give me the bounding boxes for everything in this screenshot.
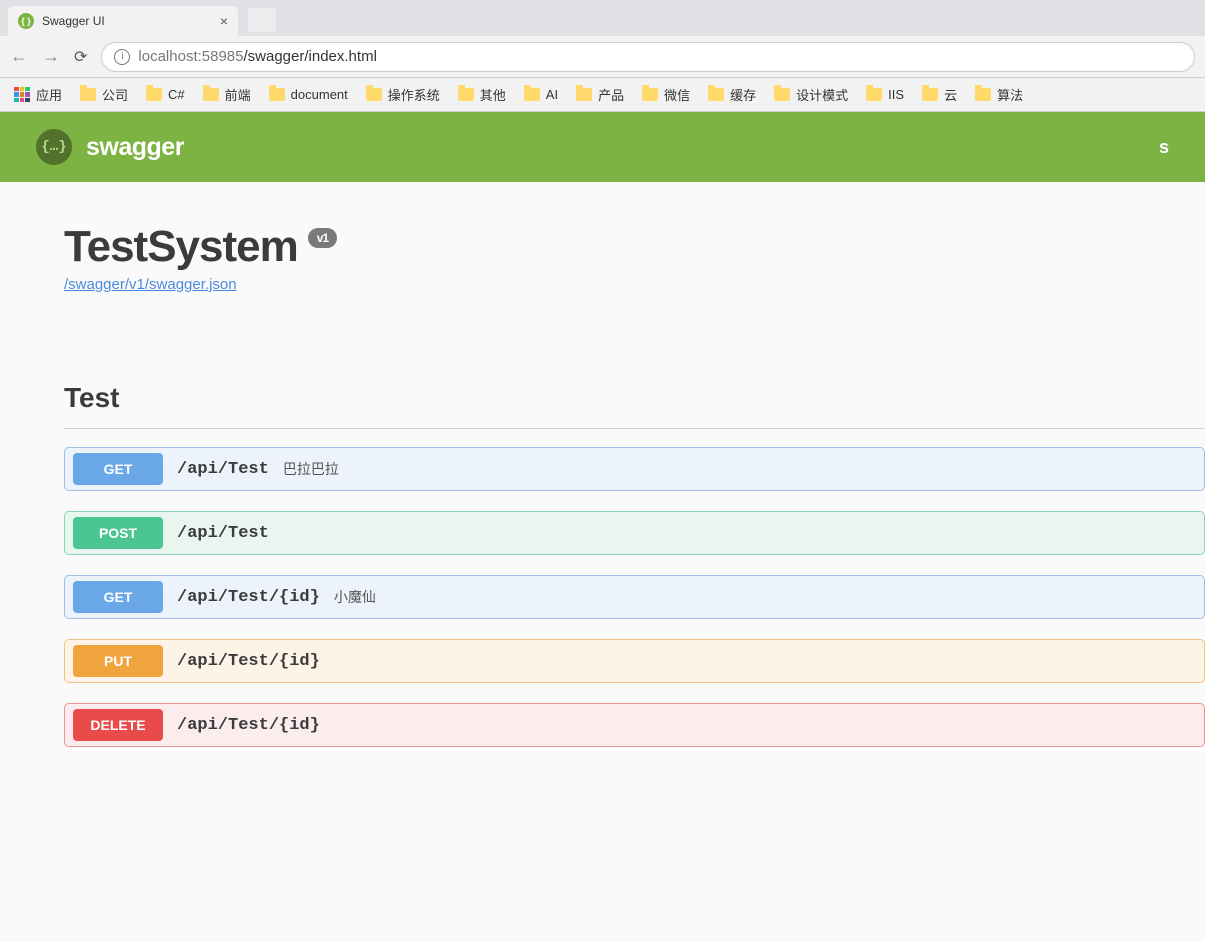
bookmark-item[interactable]: 算法 [975, 85, 1023, 104]
api-title-text: TestSystem [64, 222, 298, 272]
method-badge: POST [73, 517, 163, 549]
bookmark-label: 缓存 [730, 85, 756, 104]
bookmark-label: AI [546, 87, 558, 102]
tag-section: Test GET/api/Test巴拉巴拉POST/api/TestGET/ap… [64, 382, 1205, 747]
operation-row[interactable]: GET/api/Test 巴拉巴拉 [64, 447, 1205, 491]
bookmark-item[interactable]: 设计模式 [774, 85, 848, 104]
folder-icon [708, 88, 724, 101]
bookmark-label: 云 [944, 85, 957, 104]
apps-button[interactable]: 应用 [14, 85, 62, 104]
bookmark-label: 设计模式 [796, 85, 848, 104]
bookmark-item[interactable]: 操作系统 [366, 85, 440, 104]
bookmark-label: 其他 [480, 85, 506, 104]
bookmark-item[interactable]: 微信 [642, 85, 690, 104]
api-title: TestSystem v1 [64, 222, 1205, 272]
folder-icon [642, 88, 658, 101]
new-tab-button[interactable] [248, 8, 276, 32]
bookmark-item[interactable]: 前端 [203, 85, 251, 104]
tab-title: Swagger UI [42, 14, 105, 28]
folder-icon [975, 88, 991, 101]
browser-toolbar: ← → ⟳ i localhost:58985/swagger/index.ht… [0, 36, 1205, 78]
method-badge: GET [73, 581, 163, 613]
operation-description: 巴拉巴拉 [283, 459, 339, 479]
swagger-logo-text: swagger [86, 133, 184, 162]
url-host: localhost:58985 [138, 48, 243, 65]
operation-list: GET/api/Test巴拉巴拉POST/api/TestGET/api/Tes… [64, 447, 1205, 747]
browser-tab[interactable]: { } Swagger UI × [8, 6, 238, 36]
bookmarks-bar: 应用 公司 C# 前端 document 操作系统 其他 AI 产品 微信 缓存 设计模式 IIS 云 算… [0, 78, 1205, 112]
bookmark-label: document [291, 87, 348, 102]
forward-icon[interactable]: → [42, 46, 60, 67]
reload-icon[interactable]: ⟳ [74, 47, 87, 67]
bookmark-label: 公司 [102, 85, 128, 104]
folder-icon [146, 88, 162, 101]
folder-icon [576, 88, 592, 101]
apps-icon [14, 87, 30, 103]
bookmark-item[interactable]: 公司 [80, 85, 128, 104]
folder-icon [922, 88, 938, 101]
bookmark-label: 算法 [997, 85, 1023, 104]
folder-icon [203, 88, 219, 101]
bookmark-item[interactable]: AI [524, 87, 558, 102]
bookmark-item[interactable]: 其他 [458, 85, 506, 104]
bookmark-label: 产品 [598, 85, 624, 104]
folder-icon [366, 88, 382, 101]
url-bar[interactable]: i localhost:58985/swagger/index.html [101, 42, 1195, 72]
bookmark-label: 前端 [225, 85, 251, 104]
operation-description: 小魔仙 [334, 587, 376, 607]
bookmark-label: IIS [888, 87, 904, 102]
bookmark-item[interactable]: 产品 [576, 85, 624, 104]
header-right-text: s [1159, 137, 1169, 158]
folder-icon [269, 88, 285, 101]
version-badge: v1 [308, 228, 337, 248]
method-badge: GET [73, 453, 163, 485]
openapi-json-link[interactable]: /swagger/v1/swagger.json [64, 276, 237, 293]
folder-icon [774, 88, 790, 101]
operation-path: /api/Test/{id} [177, 588, 320, 607]
folder-icon [80, 88, 96, 101]
apps-label: 应用 [36, 85, 62, 104]
operation-path: /api/Test/{id} [177, 652, 320, 671]
method-badge: PUT [73, 645, 163, 677]
method-badge: DELETE [73, 709, 163, 741]
operation-row[interactable]: DELETE/api/Test/{id} [64, 703, 1205, 747]
bookmark-item[interactable]: 云 [922, 85, 957, 104]
back-icon[interactable]: ← [10, 46, 28, 67]
operation-row[interactable]: GET/api/Test/{id} 小魔仙 [64, 575, 1205, 619]
bookmark-label: C# [168, 87, 185, 102]
bookmark-item[interactable]: document [269, 87, 348, 102]
operation-row[interactable]: PUT/api/Test/{id} [64, 639, 1205, 683]
swagger-header: {…} swagger s [0, 112, 1205, 182]
folder-icon [866, 88, 882, 101]
swagger-content: TestSystem v1 /swagger/v1/swagger.json T… [0, 182, 1205, 942]
swagger-logo[interactable]: {…} swagger [36, 129, 184, 165]
bookmark-item[interactable]: C# [146, 87, 185, 102]
operation-path: /api/Test/{id} [177, 716, 320, 735]
close-icon[interactable]: × [220, 13, 228, 29]
swagger-favicon-icon: { } [18, 13, 34, 29]
bookmark-item[interactable]: 缓存 [708, 85, 756, 104]
info-icon[interactable]: i [114, 49, 130, 65]
bookmark-item[interactable]: IIS [866, 87, 904, 102]
browser-tab-strip: { } Swagger UI × [0, 0, 1205, 36]
folder-icon [458, 88, 474, 101]
bookmark-label: 操作系统 [388, 85, 440, 104]
tag-title[interactable]: Test [64, 382, 1205, 429]
operation-row[interactable]: POST/api/Test [64, 511, 1205, 555]
url-path: /swagger/index.html [244, 48, 377, 65]
bookmark-label: 微信 [664, 85, 690, 104]
folder-icon [524, 88, 540, 101]
swagger-logo-icon: {…} [36, 129, 72, 165]
operation-path: /api/Test [177, 524, 269, 543]
operation-path: /api/Test [177, 460, 269, 479]
